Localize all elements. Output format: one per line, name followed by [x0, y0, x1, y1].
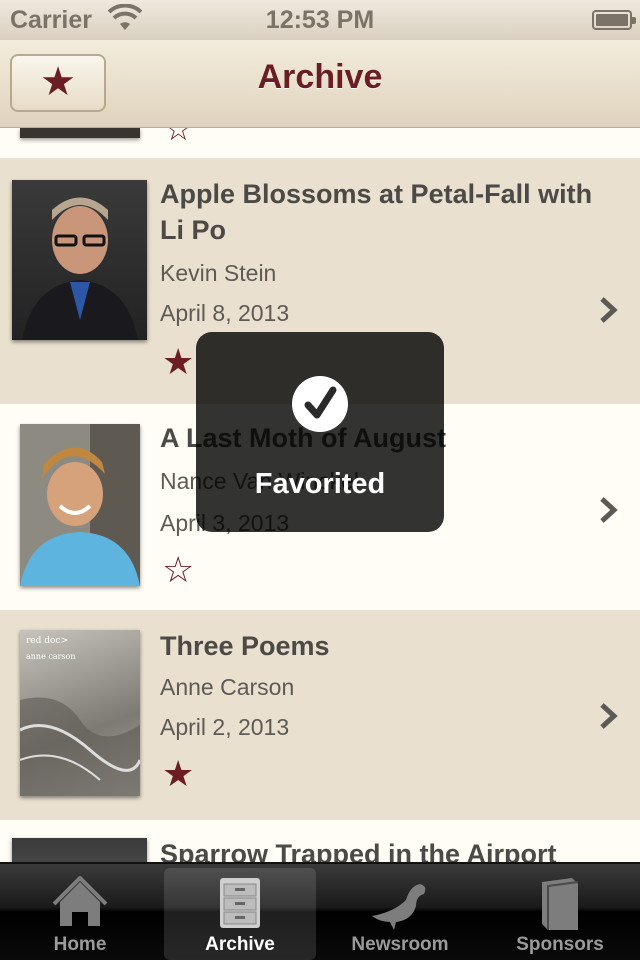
tab-label: Newsroom	[351, 934, 449, 955]
house-icon	[52, 876, 108, 926]
favorited-hud: Favorited	[196, 332, 444, 532]
poet-photo	[12, 180, 147, 340]
book-icon	[542, 878, 579, 930]
tab-archive[interactable]: Archive	[164, 868, 316, 960]
favorite-star-icon[interactable]: ★	[162, 344, 194, 380]
hud-label: Favorited	[254, 468, 386, 500]
battery-icon	[592, 10, 636, 30]
chevron-right-icon	[600, 297, 618, 323]
tab-label: Archive	[205, 934, 275, 955]
checkmark-icon	[292, 376, 348, 432]
chevron-right-icon	[600, 703, 618, 729]
publish-date: April 2, 2013	[160, 714, 290, 740]
poem-title: Three Poems	[160, 631, 330, 661]
tab-home[interactable]: Home	[4, 868, 156, 960]
poem-title: Apple Blossoms at Petal-Fall with Li Po	[160, 179, 593, 245]
tab-label: Sponsors	[516, 934, 604, 955]
table-row[interactable]: Sparrow Trapped in the Airport	[0, 820, 640, 862]
list-item[interactable]: ☆	[0, 128, 640, 158]
status-bar: Carrier 12:53 PM	[0, 0, 640, 40]
bird-icon	[372, 884, 426, 930]
poet-name: Anne Carson	[160, 674, 295, 700]
publish-date: April 8, 2013	[160, 300, 290, 326]
star-empty-icon: ☆	[164, 128, 193, 147]
favorite-star-icon[interactable]: ☆	[162, 552, 194, 588]
favorite-star-icon[interactable]: ★	[162, 756, 194, 792]
tab-sponsors[interactable]: Sponsors	[484, 868, 636, 960]
poet-photo	[20, 424, 140, 586]
poet-photo	[12, 838, 147, 862]
poet-photo	[20, 128, 140, 138]
table-row[interactable]: red doc> anne carson Three Poems Anne Ca…	[0, 610, 640, 820]
page-title: Archive	[257, 58, 383, 96]
tab-newsroom[interactable]: Newsroom	[324, 868, 476, 960]
poet-name: Kevin Stein	[160, 260, 277, 286]
poem-title: Sparrow Trapped in the Airport	[160, 839, 557, 862]
clock: 12:53 PM	[265, 6, 375, 34]
filing-cabinet-icon	[220, 878, 260, 928]
book-cover: red doc> anne carson	[20, 630, 140, 796]
tab-bar: Home Archive Newsroom Sponsors	[0, 862, 640, 960]
navigation-bar: ★ Archive	[0, 40, 640, 128]
tab-label: Home	[53, 934, 107, 955]
chevron-right-icon	[600, 497, 618, 523]
